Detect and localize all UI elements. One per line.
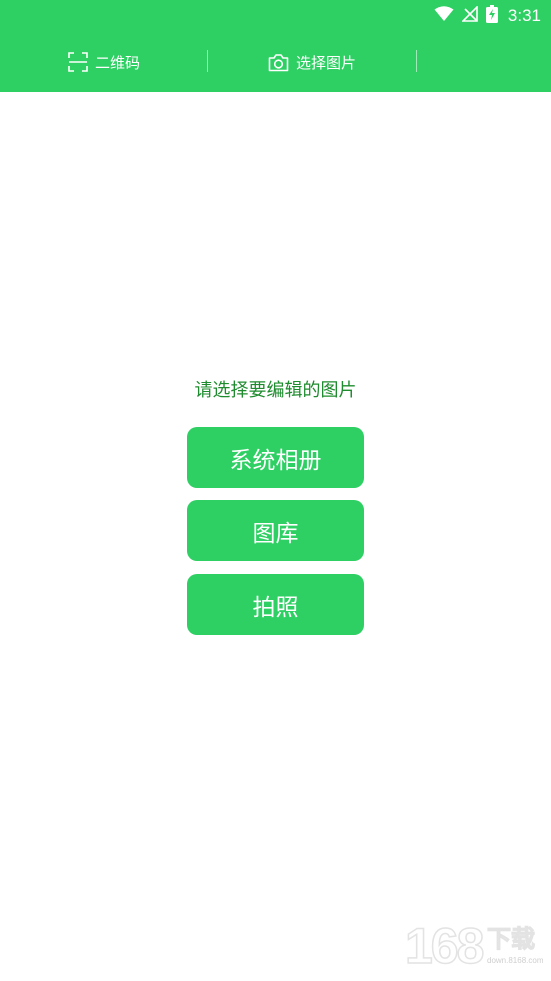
status-bar: 3:31 xyxy=(0,0,551,32)
status-time: 3:31 xyxy=(507,6,541,25)
tab-select-image[interactable]: 选择图片 xyxy=(268,32,356,92)
tab-divider xyxy=(416,50,417,72)
app-header: 3:31 二维码 选择图片 xyxy=(0,0,551,92)
gallery-button[interactable]: 图库 xyxy=(187,500,364,561)
wifi-icon xyxy=(434,6,454,26)
take-photo-button[interactable]: 拍照 xyxy=(187,574,364,635)
camera-icon xyxy=(268,53,289,72)
watermark-url: down.8168.com xyxy=(487,956,543,965)
battery-charging-icon xyxy=(485,5,498,27)
app-screen: 3:31 二维码 选择图片 请选择要编辑的图片 系统相册 图库 拍照 168 下… xyxy=(0,0,551,981)
system-album-button[interactable]: 系统相册 xyxy=(187,427,364,488)
qr-scan-icon xyxy=(68,52,88,72)
tab-qr-code-label: 二维码 xyxy=(95,53,141,72)
watermark-logo: 168 下载 down.8168.com xyxy=(401,913,544,975)
watermark-text: 下载 xyxy=(487,925,535,953)
status-icons: 3:31 xyxy=(434,5,541,27)
top-tab-bar: 二维码 选择图片 xyxy=(0,32,551,92)
watermark-number: 168 xyxy=(405,918,484,974)
no-signal-icon xyxy=(460,5,478,26)
select-image-prompt: 请选择要编辑的图片 xyxy=(194,380,357,401)
tab-divider xyxy=(207,50,208,72)
tab-select-image-label: 选择图片 xyxy=(296,53,357,72)
tab-qr-code[interactable]: 二维码 xyxy=(68,32,140,92)
